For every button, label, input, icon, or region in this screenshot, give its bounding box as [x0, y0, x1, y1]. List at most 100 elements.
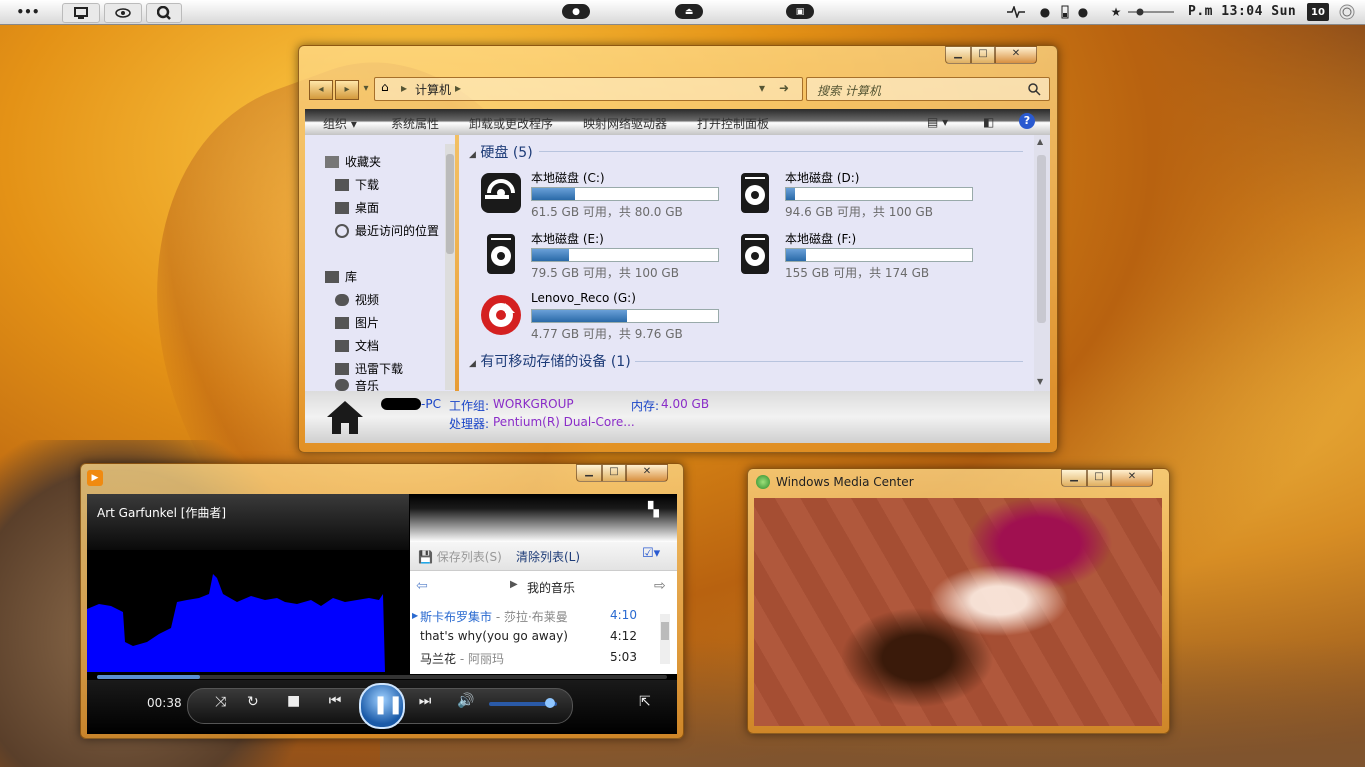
drive-g[interactable]: Lenovo_Reco (G:) 4.77 GB 可用，共 9.76 GB	[479, 291, 729, 347]
now-playing-title: Art Garfunkel [作曲者]	[97, 506, 227, 520]
battery-icon[interactable]	[1058, 3, 1072, 21]
recent-pages-dropdown[interactable]: ▾	[361, 80, 371, 98]
previous-icon[interactable]: ⏮	[319, 693, 351, 709]
track-row-active[interactable]: ▶ 斯卡布罗集市 - 莎拉·布莱曼 4:10	[412, 608, 660, 625]
play-pause-button[interactable]: ❚❚	[359, 683, 405, 729]
drive-e[interactable]: 本地磁盘 (E:) 79.5 GB 可用，共 100 GB	[479, 230, 729, 286]
nav-item-thunder-downloads[interactable]: 迅雷下载	[335, 360, 403, 377]
drive-name: Lenovo_Reco (G:)	[531, 291, 636, 305]
minimize-button[interactable]: ▁	[945, 46, 971, 64]
clear-list-button[interactable]: 清除列表(L)	[516, 548, 580, 565]
downloads-icon	[335, 178, 349, 191]
date-badge[interactable]: 10	[1307, 3, 1329, 21]
forward-button[interactable]: ▸	[335, 80, 359, 100]
close-button[interactable]: ✕	[626, 464, 668, 482]
search-app-icon[interactable]	[146, 3, 182, 23]
help-icon[interactable]: ?	[1019, 113, 1035, 129]
playlist-scrollbar[interactable]	[660, 614, 670, 664]
minimize-button[interactable]: ▁	[576, 464, 602, 482]
removable-group-header[interactable]: ◢ 有可移动存储的设备 (1)	[469, 351, 631, 371]
list-options-icon[interactable]: ☑▾	[642, 546, 660, 561]
minimize-button[interactable]: ▁	[1061, 469, 1087, 487]
content-scrollbar[interactable]: ▲ ▼	[1034, 135, 1050, 391]
address-dropdown-icon[interactable]: ▾	[759, 81, 765, 95]
visualization-pane[interactable]: Art Garfunkel [作曲者]	[87, 494, 409, 674]
next-icon[interactable]: ⏭	[409, 693, 441, 709]
view-options-icon[interactable]: ▤ ▾	[927, 115, 948, 129]
computer-icon[interactable]	[62, 3, 100, 23]
nav-item-label: 迅雷下载	[355, 362, 404, 376]
track-title: that's why(you go away)	[420, 629, 568, 643]
breadcrumb[interactable]: 计算机	[415, 81, 451, 98]
forward-arrow-icon[interactable]: ⇨	[654, 578, 666, 594]
close-button[interactable]: ✕	[995, 46, 1037, 64]
save-list-button[interactable]: 💾 保存列表(S)	[418, 548, 502, 565]
organize-menu[interactable]: 组织 ▾	[323, 115, 357, 132]
system-drive-icon	[481, 173, 521, 213]
nav-item-recent[interactable]: 最近访问的位置	[335, 222, 439, 239]
refresh-icon[interactable]: ➜	[779, 81, 789, 95]
volume-thumb[interactable]	[545, 698, 555, 708]
nav-pane-scrollbar[interactable]	[445, 144, 455, 390]
scrollbar-thumb[interactable]	[661, 622, 669, 640]
seek-bar[interactable]	[97, 675, 667, 679]
nav-libraries-label: 库	[345, 270, 358, 284]
menu-dots-button[interactable]: •••	[14, 3, 42, 21]
track-row[interactable]: 马兰花 - 阿丽玛 5:03	[420, 650, 660, 667]
repeat-icon[interactable]: ↻	[247, 694, 259, 710]
nav-item-music[interactable]: 音乐	[335, 379, 379, 391]
play-list-icon[interactable]: ▶	[510, 579, 518, 590]
address-bar[interactable]: ⌂ ▸ 计算机 ▸ ▾ ➜	[374, 77, 803, 101]
drive-f[interactable]: 本地磁盘 (F:) 155 GB 可用，共 174 GB	[733, 230, 983, 286]
nav-item-downloads[interactable]: 下载	[335, 176, 379, 193]
scroll-up-icon[interactable]: ▲	[1037, 137, 1043, 146]
scrollbar-thumb[interactable]	[1037, 155, 1046, 323]
power-icon[interactable]	[1337, 3, 1357, 21]
search-input[interactable]: 搜索 计算机	[806, 77, 1050, 101]
map-network-drive-button[interactable]: 映射网络驱动器	[583, 115, 667, 132]
switch-view-icon[interactable]: ▚	[648, 502, 659, 518]
monitor-icon[interactable]: ▣	[786, 4, 814, 19]
preview-pane-icon[interactable]: ◧	[983, 115, 994, 129]
media-center-photo[interactable]	[754, 498, 1162, 726]
open-control-panel-button[interactable]: 打开控制面板	[697, 115, 769, 132]
back-button[interactable]: ◂	[309, 80, 333, 100]
stop-icon[interactable]: ■	[287, 693, 300, 709]
volume-slider[interactable]	[1128, 3, 1174, 21]
clock[interactable]: P.m 13:04 Sun	[1188, 4, 1296, 19]
back-arrow-icon[interactable]: ⇦	[416, 578, 428, 594]
eject-icon[interactable]: ⏏	[675, 4, 703, 19]
track-row[interactable]: that's why(you go away) 4:12	[420, 629, 660, 643]
maximize-button[interactable]: □	[971, 46, 995, 64]
system-properties-button[interactable]: 系统属性	[391, 115, 439, 132]
close-button[interactable]: ✕	[1111, 469, 1153, 487]
uninstall-program-button[interactable]: 卸载或更改程序	[469, 115, 553, 132]
maximize-button[interactable]: □	[602, 464, 626, 482]
document-icon	[335, 339, 349, 352]
eye-icon[interactable]	[104, 3, 142, 23]
hdd-group-header[interactable]: ◢ 硬盘 (5)	[469, 142, 533, 162]
volume-icon[interactable]: 🔊	[457, 693, 474, 709]
dot-icon: ●	[1039, 5, 1051, 19]
drive-name: 本地磁盘 (E:)	[531, 232, 604, 246]
nav-libraries[interactable]: 库	[325, 268, 357, 285]
scroll-down-icon[interactable]: ▼	[1037, 377, 1043, 386]
memory-value: 4.00 GB	[661, 397, 710, 411]
maximize-button[interactable]: □	[1087, 469, 1111, 487]
volume-slider[interactable]	[489, 698, 557, 708]
drive-d[interactable]: 本地磁盘 (D:) 94.6 GB 可用，共 100 GB	[733, 169, 983, 225]
switch-to-skin-icon[interactable]: ⇱	[639, 694, 651, 710]
nav-item-videos[interactable]: 视频	[335, 291, 379, 308]
nav-item-desktop[interactable]: 桌面	[335, 199, 379, 216]
search-icon[interactable]	[1027, 82, 1041, 96]
activity-icon[interactable]	[1006, 3, 1026, 21]
user-icon[interactable]: ●	[562, 4, 590, 19]
drive-c[interactable]: 本地磁盘 (C:) 61.5 GB 可用，共 80.0 GB	[479, 169, 729, 225]
nav-item-pictures[interactable]: 图片	[335, 314, 379, 331]
top-bar: ••• ● ⏏ ▣ ● ● ★ P.m 13:04 Sun 10	[0, 0, 1365, 25]
star-icon[interactable]: ★	[1109, 3, 1123, 21]
scrollbar-thumb[interactable]	[446, 154, 454, 254]
shuffle-icon[interactable]: ⤨	[215, 694, 226, 710]
nav-favorites[interactable]: 收藏夹	[325, 153, 381, 170]
nav-item-documents[interactable]: 文档	[335, 337, 379, 354]
